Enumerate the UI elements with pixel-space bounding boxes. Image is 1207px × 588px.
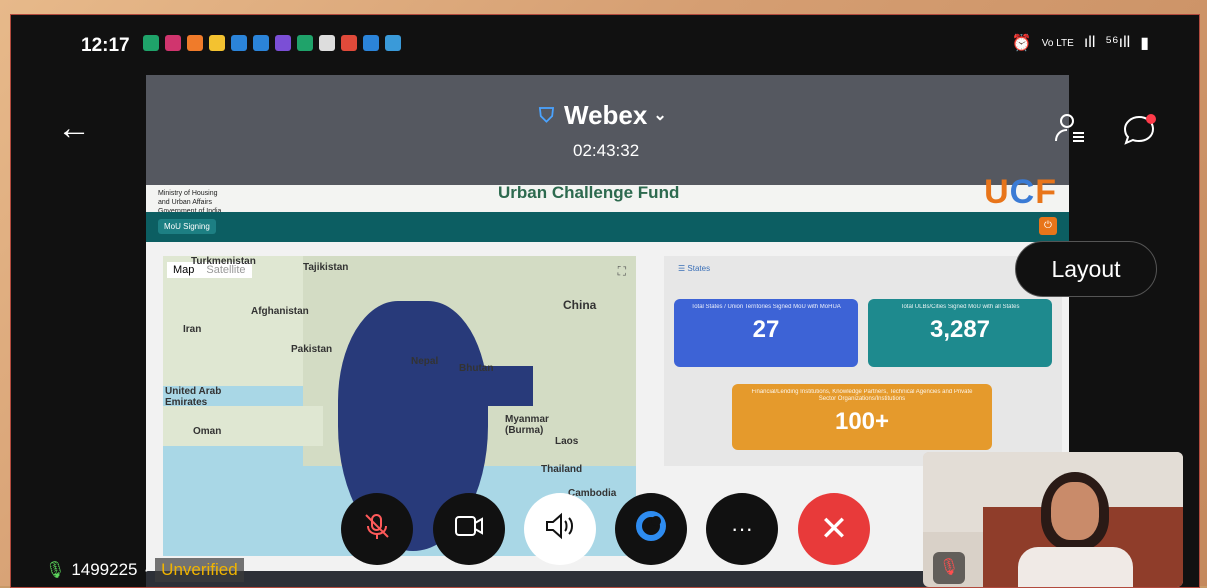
mail-icon — [319, 35, 335, 51]
mou-signing-tab[interactable]: MoU Signing — [158, 219, 216, 234]
map-label: Tajikistan — [303, 262, 349, 273]
map-label: United Arab Emirates — [165, 386, 222, 408]
app-icon — [143, 35, 159, 51]
alarm-icon: ⏰ — [1011, 35, 1032, 52]
power-icon[interactable]: ⏻ — [1039, 217, 1057, 235]
app-icon — [385, 35, 401, 51]
app-icon — [275, 35, 291, 51]
app-icon — [187, 35, 203, 51]
map-label: Turkmenistan — [191, 256, 256, 267]
video-button[interactable] — [433, 493, 505, 565]
status-time: 12:17 — [81, 35, 130, 56]
phone-screen: 12:17 ⏰ Vo LTE ıll ⁵⁶ıll ▮ Ministry of H… — [10, 14, 1200, 588]
share-content-button[interactable] — [615, 493, 687, 565]
meeting-info: 🎙 1499225 · Unverified — [45, 555, 244, 585]
meeting-number: 1499225 — [71, 560, 138, 579]
stat-card-cities: Total ULBs/Cities Signed MoU with all St… — [868, 299, 1052, 367]
unverified-badge[interactable]: Unverified — [155, 558, 244, 582]
video-camera-icon — [453, 513, 485, 546]
stat-card-states: Total States / Union Territories Signed … — [674, 299, 858, 367]
leave-meeting-button[interactable]: ✕ — [798, 493, 870, 565]
meeting-title[interactable]: ⛉ Webex ⌄ — [539, 100, 699, 131]
chat-icon[interactable] — [1121, 112, 1161, 152]
close-icon: ✕ — [819, 510, 849, 548]
stat-value: 3,287 — [929, 316, 991, 343]
system-indicators: ⏰ Vo LTE ıll ⁵⁶ıll ▮ — [1012, 33, 1149, 53]
map-label: Afghanistan — [251, 306, 309, 317]
stat-card-institutions: Financial/Lending Institutions, Knowledg… — [732, 384, 992, 450]
separator: · — [143, 560, 150, 579]
audio-button[interactable] — [524, 493, 596, 565]
mute-button[interactable] — [341, 493, 413, 565]
more-options-button[interactable]: ··· — [706, 493, 778, 565]
map-label: Bhutan — [459, 363, 494, 374]
status-bar: 12:17 ⏰ Vo LTE ıll ⁵⁶ıll ▮ — [11, 15, 1199, 71]
stat-value: 100+ — [834, 408, 890, 435]
map-label: Oman — [193, 426, 222, 437]
map-label: Laos — [555, 436, 579, 447]
map-label: China — [563, 298, 597, 312]
share-content-icon — [634, 509, 668, 550]
stats-panel: ☰ States Total States / Union Territorie… — [664, 256, 1062, 466]
map-label: Myanmar (Burma) — [505, 414, 549, 436]
layout-button[interactable]: Layout — [1015, 241, 1157, 297]
shield-icon: ⛉ — [539, 105, 554, 127]
app-icon — [363, 35, 379, 51]
self-mic-muted-icon: 🎙 — [933, 552, 965, 584]
meeting-timer: 02:43:32 — [573, 141, 640, 160]
back-arrow-icon[interactable]: ← — [57, 110, 97, 146]
self-view-video[interactable]: 🎙 — [923, 452, 1183, 587]
app-icon — [297, 35, 313, 51]
map-label: Pakistan — [291, 344, 333, 355]
notification-icons — [143, 35, 401, 51]
battery-icon: ▮ — [1140, 35, 1149, 52]
app-icon — [231, 35, 247, 51]
app-icon — [341, 35, 357, 51]
nav-bar: MoU Signing ⏻ — [146, 212, 1069, 242]
stats-header[interactable]: ☰ States — [678, 264, 710, 273]
fullscreen-icon[interactable]: ⛶ — [618, 264, 626, 279]
mic-off-icon — [362, 511, 392, 548]
signal-5g-icon: ⁵⁶ıll — [1105, 34, 1131, 51]
photo-background: 12:17 ⏰ Vo LTE ıll ⁵⁶ıll ▮ Ministry of H… — [0, 0, 1207, 588]
participants-icon[interactable] — [1053, 111, 1093, 151]
app-icon — [165, 35, 181, 51]
map-label: Iran — [183, 324, 202, 335]
more-icon: ··· — [731, 516, 753, 541]
signal-icon: ıll — [1083, 34, 1096, 51]
map-label: Nepal — [411, 356, 439, 367]
chevron-down-icon: ⌄ — [653, 107, 667, 124]
app-icon — [253, 35, 269, 51]
app-icon — [209, 35, 225, 51]
speaker-icon — [543, 511, 577, 548]
stat-value: 27 — [752, 316, 780, 343]
mic-icon: 🎙 — [45, 562, 66, 579]
site-title: Urban Challenge Fund — [498, 183, 680, 202]
volte-icon: Vo LTE — [1041, 37, 1074, 49]
map-label: Thailand — [541, 464, 583, 475]
ucf-logo: UCF — [984, 173, 1057, 211]
